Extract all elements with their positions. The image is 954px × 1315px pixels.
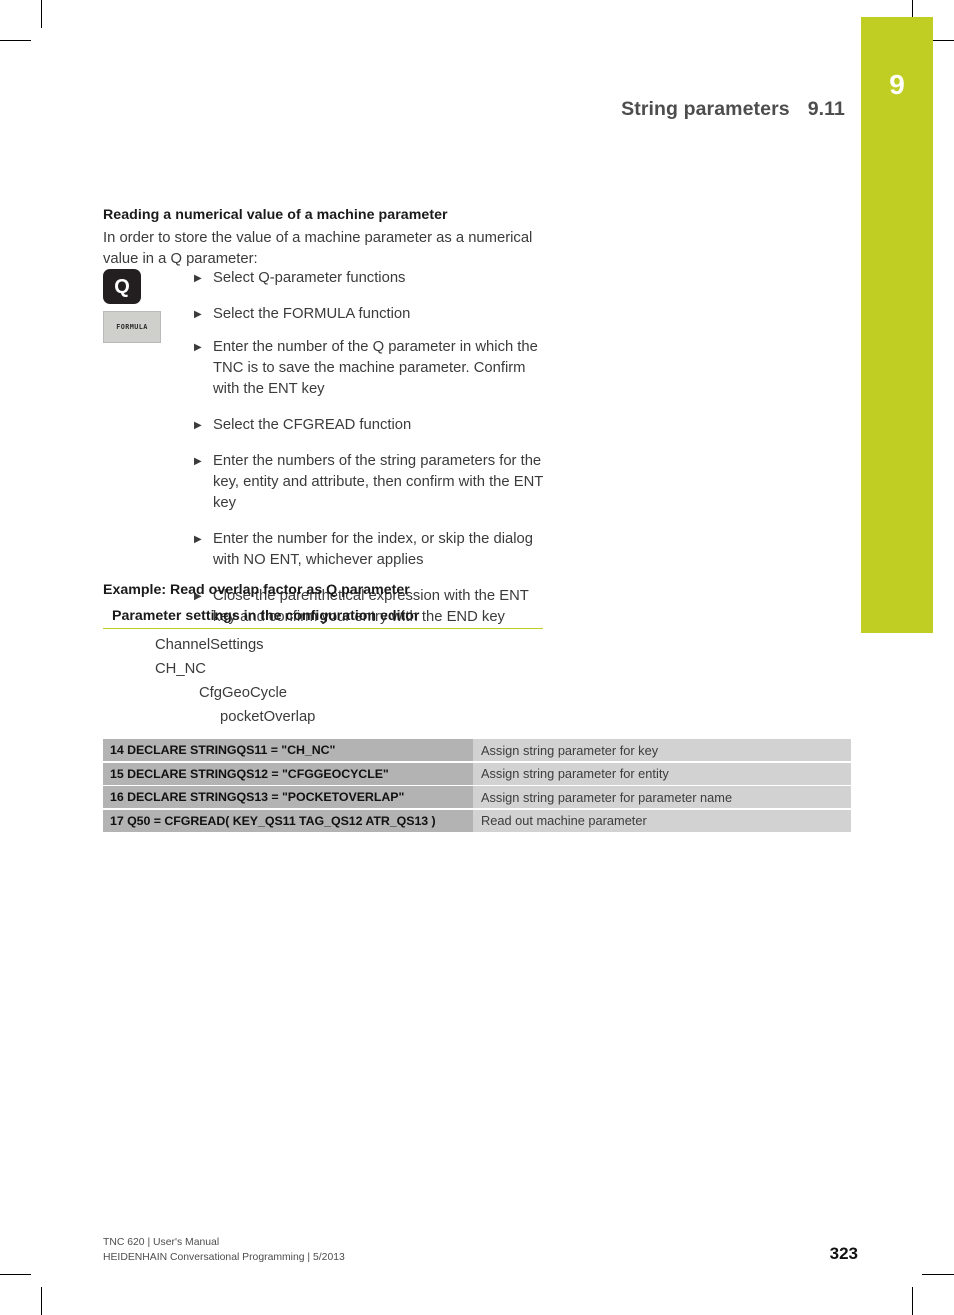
running-head: String parameters 9.11 [0,98,845,121]
tree-node: CfgGeoCycle [199,685,287,701]
step-item: ▶ Select the FORMULA function [194,304,554,325]
footer-line-1: TNC 620 | User's Manual [103,1237,220,1248]
footer-imprint: TNC 620 | User's Manual HEIDENHAIN Conve… [103,1236,345,1265]
table-row: 15 DECLARE STRINGQS12 = "CFGGEOCYCLE" As… [103,762,851,785]
section-subheading: Reading a numerical value of a machine p… [103,207,448,223]
step-item: ▶ Enter the numbers of the string parame… [194,451,554,514]
nc-program-table: 14 DECLARE STRINGQS11 = "CH_NC" Assign s… [103,739,851,833]
triangle-bullet-icon: ▶ [194,420,202,431]
triangle-bullet-icon: ▶ [194,342,202,353]
section-intro-paragraph: In order to store the value of a machine… [103,230,533,267]
step-text: Enter the number for the index, or skip … [213,531,533,568]
formula-key-label: FORMULA [116,323,148,331]
table-row: 17 Q50 = CFGREAD( KEY_QS11 TAG_QS12 ATR_… [103,809,851,832]
crop-mark-bottom-right-vertical [912,1287,914,1315]
crop-mark-top-left-horizontal [0,40,31,42]
nc-block-code: 17 Q50 = CFGREAD( KEY_QS11 TAG_QS12 ATR_… [103,809,473,832]
table-row: 14 DECLARE STRINGQS11 = "CH_NC" Assign s… [103,739,851,761]
nc-block-code: 14 DECLARE STRINGQS11 = "CH_NC" [103,739,473,761]
crop-mark-bottom-left-vertical [41,1287,43,1315]
triangle-bullet-icon: ▶ [194,456,202,467]
step-item: ▶ Select Q-parameter functions [194,268,554,289]
page-canvas: 9 String parameters 9.11 Reading a numeri… [0,0,954,1315]
nc-block-description: Assign string parameter for parameter na… [473,786,851,808]
config-parameter-tree: ChannelSettings CH_NC CfgGeoCycle pocket… [103,633,543,729]
triangle-bullet-icon: ▶ [194,273,202,284]
chapter-number: 9 [889,69,905,100]
nc-block-description: Assign string parameter for key [473,739,851,761]
nc-block-description: Assign string parameter for entity [473,762,851,785]
nc-block-description: Read out machine parameter [473,809,851,832]
step-text: Enter the number of the Q parameter in w… [213,339,538,397]
step-text: Enter the numbers of the string paramete… [213,453,544,511]
config-editor-title: Parameter settings in the configuration … [112,608,420,624]
step-text: Select the FORMULA function [213,306,411,322]
page-footer: TNC 620 | User's Manual HEIDENHAIN Conve… [103,1236,858,1265]
crop-mark-top-left-vertical [41,0,43,28]
table-row: 16 DECLARE STRINGQS13 = "POCKETOVERLAP" … [103,786,851,808]
step-item: ▶ Enter the number of the Q parameter in… [194,337,554,400]
crop-mark-bottom-left-horizontal [0,1274,31,1276]
tree-node: pocketOverlap [220,709,316,725]
triangle-bullet-icon: ▶ [194,309,202,320]
formula-key-icon: FORMULA [103,311,161,343]
step-text: Select the CFGREAD function [213,417,412,433]
nc-block-code: 16 DECLARE STRINGQS13 = "POCKETOVERLAP" [103,786,473,808]
footer-line-2: HEIDENHAIN Conversational Programming | … [103,1251,345,1263]
chapter-thumb-tab: 9 [861,17,933,633]
example-title: Example: Read overlap factor as Q parame… [103,582,410,598]
crop-mark-bottom-right-horizontal [922,1274,954,1276]
tree-node: CH_NC [155,661,206,677]
tree-node: ChannelSettings [155,637,264,653]
step-item: ▶ Enter the number for the index, or ski… [194,529,554,571]
nc-block-code: 15 DECLARE STRINGQS12 = "CFGGEOCYCLE" [103,762,473,785]
step-item: ▶ Select the CFGREAD function [194,415,554,436]
step-text: Select Q-parameter functions [213,270,406,286]
triangle-bullet-icon: ▶ [194,534,202,545]
q-key-icon: Q [103,269,141,304]
config-editor-rule [103,628,543,630]
q-key-label: Q [114,275,130,298]
running-head-title: String parameters [621,98,790,120]
page-number: 323 [829,1244,858,1263]
running-head-section: 9.11 [807,98,845,120]
